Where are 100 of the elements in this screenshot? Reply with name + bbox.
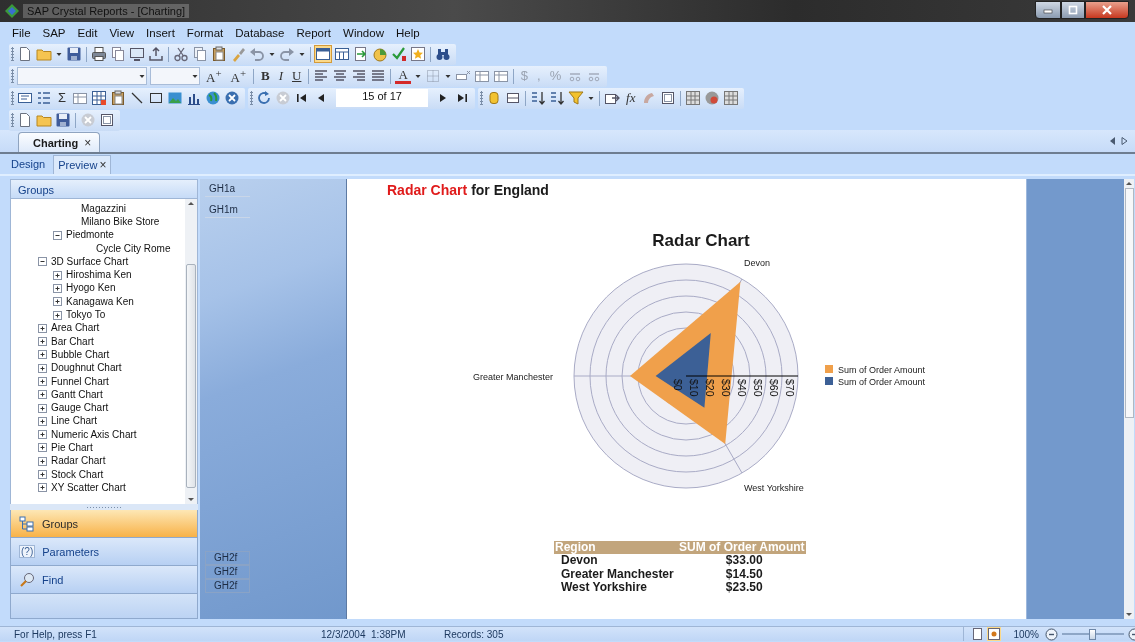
frame-icon[interactable] xyxy=(99,112,115,128)
menu-item[interactable]: Format xyxy=(180,26,230,39)
minimize-button[interactable] xyxy=(1035,0,1061,19)
scissors-icon[interactable] xyxy=(173,46,189,62)
tree-item[interactable]: Cycle City Rome xyxy=(96,242,171,255)
nav-button[interactable]: Find xyxy=(10,566,198,594)
expand-icon[interactable] xyxy=(38,363,47,373)
page-number-field[interactable]: 15 of 17 xyxy=(336,89,429,107)
expand-icon[interactable] xyxy=(38,403,47,413)
toolbar-grip[interactable] xyxy=(11,47,14,61)
tab-label[interactable]: Preview xyxy=(58,159,98,171)
toolbar-button[interactable]: B xyxy=(258,68,273,84)
expand-icon[interactable] xyxy=(53,310,62,320)
scroll-thumb[interactable] xyxy=(1124,188,1134,418)
align-right-icon[interactable] xyxy=(351,68,368,84)
collapse-icon[interactable] xyxy=(53,230,62,240)
toolbar-button[interactable]: A xyxy=(395,68,411,84)
grid-icon[interactable] xyxy=(723,90,740,106)
scrollbar[interactable] xyxy=(1124,179,1134,619)
tree-item[interactable]: Area Chart xyxy=(51,322,100,335)
expand-icon[interactable] xyxy=(53,297,62,307)
tree-item[interactable]: Doughnut Chart xyxy=(51,362,122,375)
menu-item[interactable]: SAP xyxy=(36,26,72,39)
toolbar-button[interactable]: I xyxy=(275,68,286,84)
sort-icon[interactable] xyxy=(530,90,547,106)
toolbar-grip[interactable] xyxy=(11,91,14,105)
expand-icon[interactable] xyxy=(38,430,47,440)
align-center-icon[interactable] xyxy=(332,68,349,84)
clipboard-icon[interactable] xyxy=(211,46,227,62)
expand-icon[interactable] xyxy=(38,337,47,347)
layout-view-icon[interactable] xyxy=(987,627,1002,641)
toolbar-grip[interactable] xyxy=(250,91,254,105)
scroll-down-icon[interactable] xyxy=(1124,610,1134,619)
tray-icon[interactable] xyxy=(148,46,164,62)
layout-icon[interactable] xyxy=(315,46,331,62)
zoom-in-icon[interactable] xyxy=(1128,627,1135,641)
copy-icon[interactable] xyxy=(192,46,208,62)
clipboard-icon[interactable] xyxy=(110,90,127,106)
tree-item[interactable]: Stock Chart xyxy=(51,468,104,481)
expand-icon[interactable] xyxy=(38,470,47,480)
refresh-icon[interactable] xyxy=(256,90,273,106)
nav-button[interactable]: Groups xyxy=(10,510,198,538)
align-left-icon[interactable] xyxy=(313,68,330,84)
scroll-thumb[interactable] xyxy=(186,264,196,488)
toolbar-button[interactable]: U xyxy=(289,68,305,84)
tree-item[interactable]: XY Scatter Chart xyxy=(51,481,126,494)
table-icon[interactable] xyxy=(72,90,89,106)
tab-label[interactable]: Charting xyxy=(33,136,79,149)
tree-item[interactable]: Funnel Chart xyxy=(51,375,109,388)
toolbar-button[interactable]: A$^{+}$ xyxy=(227,65,249,87)
expand-icon[interactable] xyxy=(53,283,62,293)
tree-item[interactable]: Hyogo Ken xyxy=(66,282,116,295)
menu-item[interactable]: View xyxy=(103,26,141,39)
tree-item[interactable]: Pie Chart xyxy=(51,442,93,454)
tree-item[interactable]: Hiroshima Ken xyxy=(66,269,132,282)
tab-label[interactable]: Design xyxy=(11,158,46,170)
restore-button[interactable] xyxy=(1061,0,1085,19)
sphere-icon[interactable] xyxy=(704,90,721,106)
view-tab[interactable]: Design xyxy=(6,154,51,174)
expand-icon[interactable] xyxy=(38,416,47,426)
expand-icon[interactable] xyxy=(38,456,47,466)
cross-tab-icon[interactable] xyxy=(91,90,108,106)
nav-button[interactable]: (?) Parameters xyxy=(10,538,198,566)
folder-icon[interactable] xyxy=(36,112,52,128)
tree-item[interactable]: Milano Bike Store xyxy=(81,215,160,228)
toolbar-grip[interactable] xyxy=(11,113,14,127)
justify-icon[interactable] xyxy=(370,68,387,84)
expand-icon[interactable] xyxy=(53,270,62,280)
expand-icon[interactable] xyxy=(38,483,47,493)
save-icon[interactable] xyxy=(55,112,71,128)
monitor-icon[interactable] xyxy=(129,46,145,62)
toolbar-button[interactable]: A$^{+}$ xyxy=(203,65,225,87)
menu-item[interactable]: Insert xyxy=(140,26,181,39)
cancel-icon[interactable] xyxy=(224,90,241,106)
tree-item[interactable]: Gantt Chart xyxy=(51,388,103,401)
frame-icon[interactable] xyxy=(660,90,677,106)
rectangle-icon[interactable] xyxy=(148,90,165,106)
tree-item[interactable]: 3D Surface Chart xyxy=(51,255,129,268)
scroll-right-icon[interactable] xyxy=(1120,136,1129,146)
document-icon[interactable] xyxy=(17,112,33,128)
tab-close-button[interactable]: × xyxy=(84,135,92,150)
calendar-icon[interactable] xyxy=(334,46,350,62)
tree-item[interactable]: Piedmonte xyxy=(66,229,114,242)
tree-item[interactable]: Bar Chart xyxy=(51,335,94,348)
tree-item[interactable]: Line Chart xyxy=(51,415,98,428)
toolbar-button[interactable]: fx xyxy=(623,90,639,106)
menu-item[interactable]: Help xyxy=(389,26,426,39)
menu-item[interactable]: Window xyxy=(337,26,390,39)
pie-chart-icon[interactable] xyxy=(372,46,388,62)
pages-icon[interactable] xyxy=(110,46,126,62)
expand-icon[interactable] xyxy=(38,443,47,453)
rows-icon[interactable] xyxy=(505,90,522,106)
tree-item[interactable]: Numeric Axis Chart xyxy=(51,428,137,441)
toolbar-grip[interactable] xyxy=(11,69,14,83)
sort-icon[interactable] xyxy=(549,90,566,106)
grid-icon[interactable] xyxy=(685,90,702,106)
collapse-icon[interactable] xyxy=(38,257,47,267)
scroll-left-icon[interactable] xyxy=(1108,136,1117,146)
tree-item[interactable]: Kanagawa Ken xyxy=(66,295,134,308)
close-button[interactable] xyxy=(1085,0,1129,19)
